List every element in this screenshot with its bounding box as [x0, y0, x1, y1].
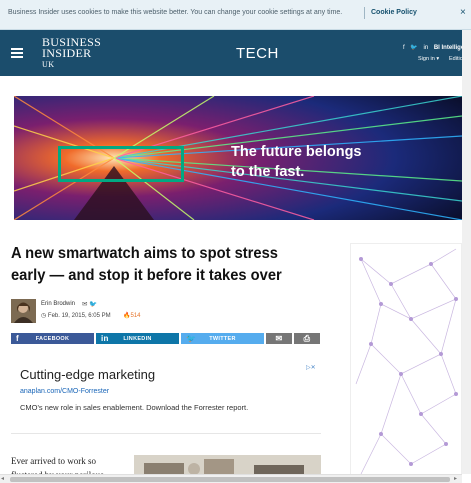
share-linkedin-label: LINKEDIN [123, 335, 152, 342]
page: Business Insider uses cookies to make th… [0, 0, 471, 483]
email-author-icon[interactable]: ✉ [82, 301, 87, 308]
logo-line-3: UK [42, 60, 55, 69]
bi-intelligence-link[interactable]: BI Intellige [434, 45, 464, 51]
linkedin-icon[interactable]: in [424, 45, 429, 51]
site-logo[interactable]: BUSINESS INSIDER UK [42, 36, 101, 70]
print-button[interactable]: ⎙ [294, 333, 320, 344]
content-divider [11, 433, 321, 434]
share-linkedin-button[interactable]: in LINKEDIN [96, 333, 179, 344]
sign-in-link[interactable]: Sign in ▾ [418, 56, 439, 62]
logo-line-2: INSIDER [42, 46, 92, 60]
banner-line-2: to the fast. [231, 164, 305, 180]
cookie-policy-link[interactable]: Cookie Policy [371, 9, 417, 16]
menu-icon[interactable] [11, 48, 23, 58]
edition-selector[interactable]: Editio [449, 56, 463, 62]
cookie-message: Business Insider uses cookies to make th… [8, 9, 343, 16]
linkedin-icon: in [101, 334, 109, 343]
vertical-scrollbar[interactable] [462, 30, 471, 474]
author-name[interactable]: Erin Brodwin [41, 301, 75, 307]
text-ad-description: CMO's new role in sales enablement. Down… [20, 403, 249, 412]
text-ad[interactable]: Cutting-edge marketing anaplan.com/CMO-F… [11, 360, 321, 422]
author-avatar-image [11, 299, 36, 323]
ad-choices-icon[interactable]: ▷✕ [306, 364, 316, 371]
author-avatar[interactable] [11, 299, 36, 323]
cookie-close-icon[interactable]: × [460, 7, 466, 18]
share-twitter-label: TWITTER [209, 335, 236, 342]
publish-date-text: Feb. 19, 2015, 6:05 PM [47, 313, 111, 319]
view-count-value: 514 [130, 313, 141, 319]
horizontal-scrollbar-thumb[interactable] [10, 477, 450, 482]
banner-ad-text: The future belongs to the fast. [231, 142, 362, 182]
banner-line-1: The future belongs [231, 144, 362, 160]
twitter-icon[interactable]: 🐦 [410, 45, 417, 51]
print-icon: ⎙ [303, 333, 311, 343]
view-count: 🔥514 [123, 312, 141, 319]
scroll-right-icon[interactable]: ▸ [454, 475, 457, 482]
text-ad-title[interactable]: Cutting-edge marketing [20, 367, 155, 382]
share-twitter-button[interactable]: 🐦 TWITTER [181, 333, 264, 344]
sidebar-ad[interactable] [350, 243, 462, 475]
share-facebook-button[interactable]: f FACEBOOK [11, 333, 94, 344]
share-email-button[interactable]: ✉ [266, 333, 292, 344]
text-ad-url[interactable]: anaplan.com/CMO-Forrester [20, 388, 109, 395]
social-links: f 🐦 in BI Intellige [403, 44, 468, 51]
sidebar-ad-graphic [355, 248, 458, 474]
cookie-divider [364, 7, 365, 19]
facebook-icon: f [16, 334, 19, 343]
scroll-left-icon[interactable]: ◂ [1, 475, 4, 482]
horizontal-scrollbar[interactable]: ◂ ▸ [0, 474, 462, 483]
cookie-bar: Business Insider uses cookies to make th… [0, 0, 471, 30]
email-icon: ✉ [275, 334, 283, 343]
hpe-logo [58, 146, 184, 182]
facebook-icon[interactable]: f [403, 45, 405, 51]
twitter-author-icon[interactable]: 🐦 [89, 301, 97, 308]
share-facebook-label: FACEBOOK [35, 335, 70, 342]
site-header: BUSINESS INSIDER UK TECH f 🐦 in BI Intel… [0, 30, 471, 76]
section-title[interactable]: TECH [236, 45, 279, 62]
clock-icon: ◷ [41, 313, 47, 319]
twitter-icon: 🐦 [186, 334, 197, 343]
article-headline: A new smartwatch aims to spot stress ear… [11, 245, 282, 284]
author-contact-icons: ✉ 🐦 [82, 300, 97, 308]
banner-ad[interactable]: The future belongs to the fast. [14, 96, 462, 220]
publish-date: ◷ Feb. 19, 2015, 6:05 PM [41, 312, 111, 319]
